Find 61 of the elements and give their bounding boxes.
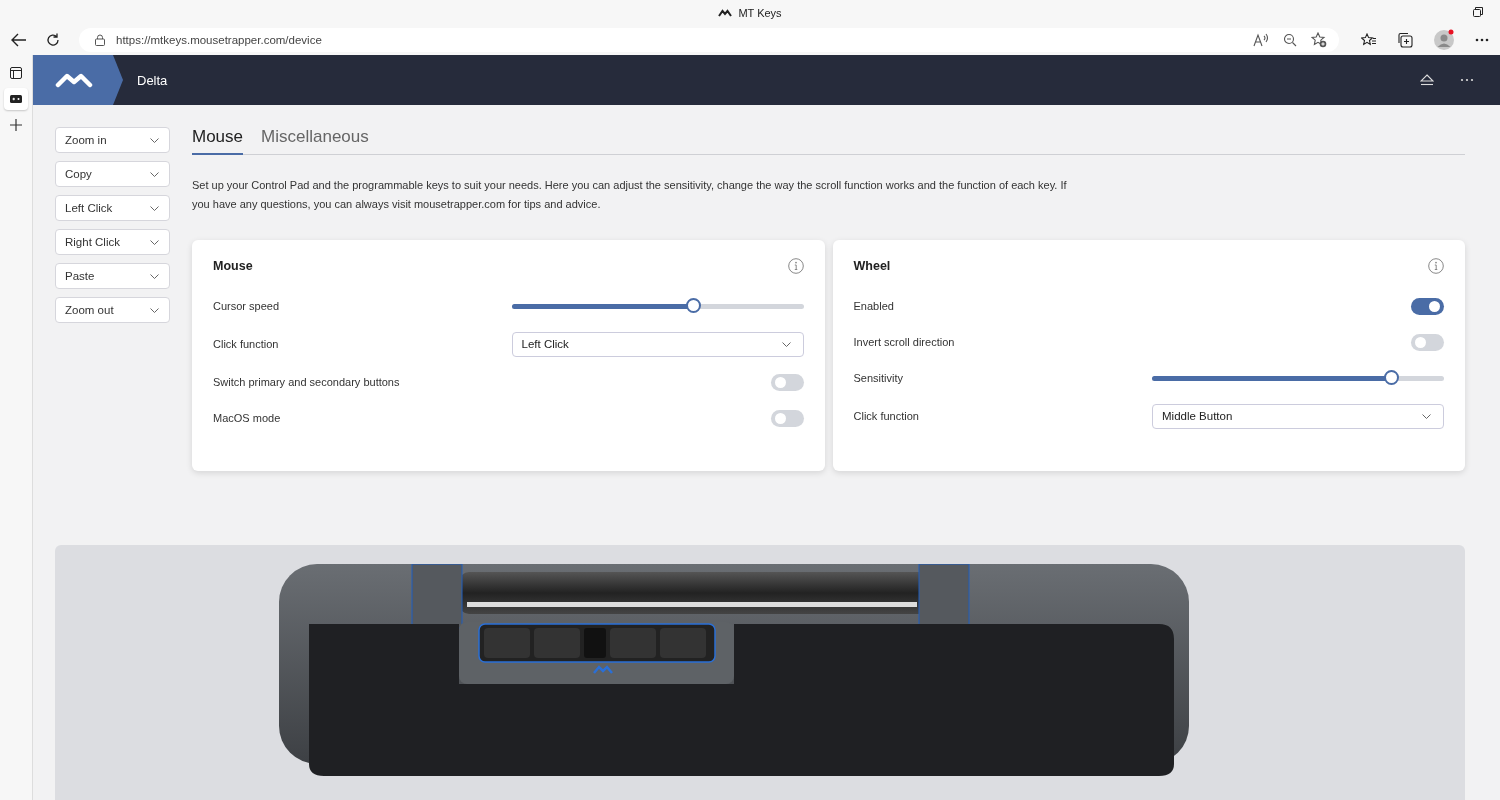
intro-text: Set up your Control Pad and the programmable keys to suit your needs. Here you can adjust the sensitivity, change the way the scroll function works and the function of each key. If you have any questions, you can always visit mousetrapper.com for tips and advice. xyxy=(192,178,1068,212)
toggle-switch[interactable] xyxy=(1411,333,1444,351)
refresh-icon[interactable] xyxy=(46,33,60,47)
chevron-down-icon xyxy=(150,171,159,177)
device-name: Delta xyxy=(137,72,169,88)
key-dropdown[interactable]: Zoom in xyxy=(55,127,170,153)
zoom-out-icon[interactable] xyxy=(1283,33,1297,47)
chevron-down-icon xyxy=(781,341,791,347)
mountain-logo-icon xyxy=(55,72,93,88)
chevron-down-icon xyxy=(150,205,159,211)
toggle-switch[interactable] xyxy=(770,409,804,427)
favorites-icon[interactable] xyxy=(1361,33,1377,47)
select-dropdown[interactable]: Middle Button xyxy=(1152,403,1444,429)
tab[interactable]: Miscellaneous xyxy=(261,127,369,155)
more-icon[interactable] xyxy=(1460,78,1474,82)
browser-tab[interactable] xyxy=(4,88,28,110)
toggle-switch[interactable] xyxy=(770,373,804,391)
info-icon[interactable] xyxy=(1428,258,1444,274)
tab[interactable]: Mouse xyxy=(192,127,244,155)
key-dropdown[interactable]: Paste xyxy=(55,263,170,289)
key-dropdown[interactable]: Left Click xyxy=(55,195,170,221)
chevron-down-icon xyxy=(150,307,159,313)
key-dropdown[interactable]: Zoom out xyxy=(55,297,170,323)
chevron-down-icon xyxy=(150,239,159,245)
restore-icon[interactable] xyxy=(1473,7,1483,17)
chevron-down-icon xyxy=(150,273,159,279)
chevron-down-icon xyxy=(150,137,159,143)
slider-thumb[interactable] xyxy=(1384,369,1400,385)
gamepad-icon xyxy=(10,95,22,103)
address-bar[interactable]: https://mtkeys.mousetrapper.com/device xyxy=(79,28,1339,52)
more-icon[interactable] xyxy=(1475,38,1489,42)
setting-label: Switch primary and secondary buttons xyxy=(213,376,400,388)
setting-label: Click function xyxy=(213,338,279,350)
logo-banner[interactable] xyxy=(33,55,123,105)
profile-avatar-icon[interactable] xyxy=(1433,29,1455,51)
window-title: MT Keys xyxy=(738,6,782,19)
info-icon[interactable] xyxy=(787,258,804,274)
card-title: Mouse xyxy=(213,259,253,273)
back-icon[interactable] xyxy=(11,33,27,47)
key-dropdown[interactable]: Copy xyxy=(55,161,170,187)
collections-icon[interactable] xyxy=(1397,32,1413,48)
setting-label: Sensitivity xyxy=(853,372,904,384)
new-tab-icon[interactable] xyxy=(10,119,22,131)
setting-label: MacOS mode xyxy=(213,412,281,424)
lock-icon xyxy=(95,34,105,46)
setting-label: Click function xyxy=(853,410,919,422)
key-dropdown[interactable]: Right Click xyxy=(55,229,170,255)
card-title: Wheel xyxy=(853,259,891,273)
toggle-switch[interactable] xyxy=(1411,297,1444,315)
select-dropdown[interactable]: Left Click xyxy=(511,331,804,357)
eject-icon[interactable] xyxy=(1420,74,1434,86)
star-add-icon[interactable] xyxy=(1311,32,1327,48)
url-text: https://mtkeys.mousetrapper.com/device xyxy=(116,34,323,46)
setting-label: Enabled xyxy=(853,300,894,312)
chevron-down-icon xyxy=(1422,413,1431,419)
slider-thumb[interactable] xyxy=(685,297,701,313)
setting-label: Cursor speed xyxy=(213,300,280,312)
tab-actions-icon[interactable] xyxy=(10,67,22,79)
setting-label: Invert scroll direction xyxy=(853,336,955,348)
read-aloud-icon[interactable] xyxy=(1253,33,1269,47)
app-logo-icon xyxy=(718,8,733,17)
